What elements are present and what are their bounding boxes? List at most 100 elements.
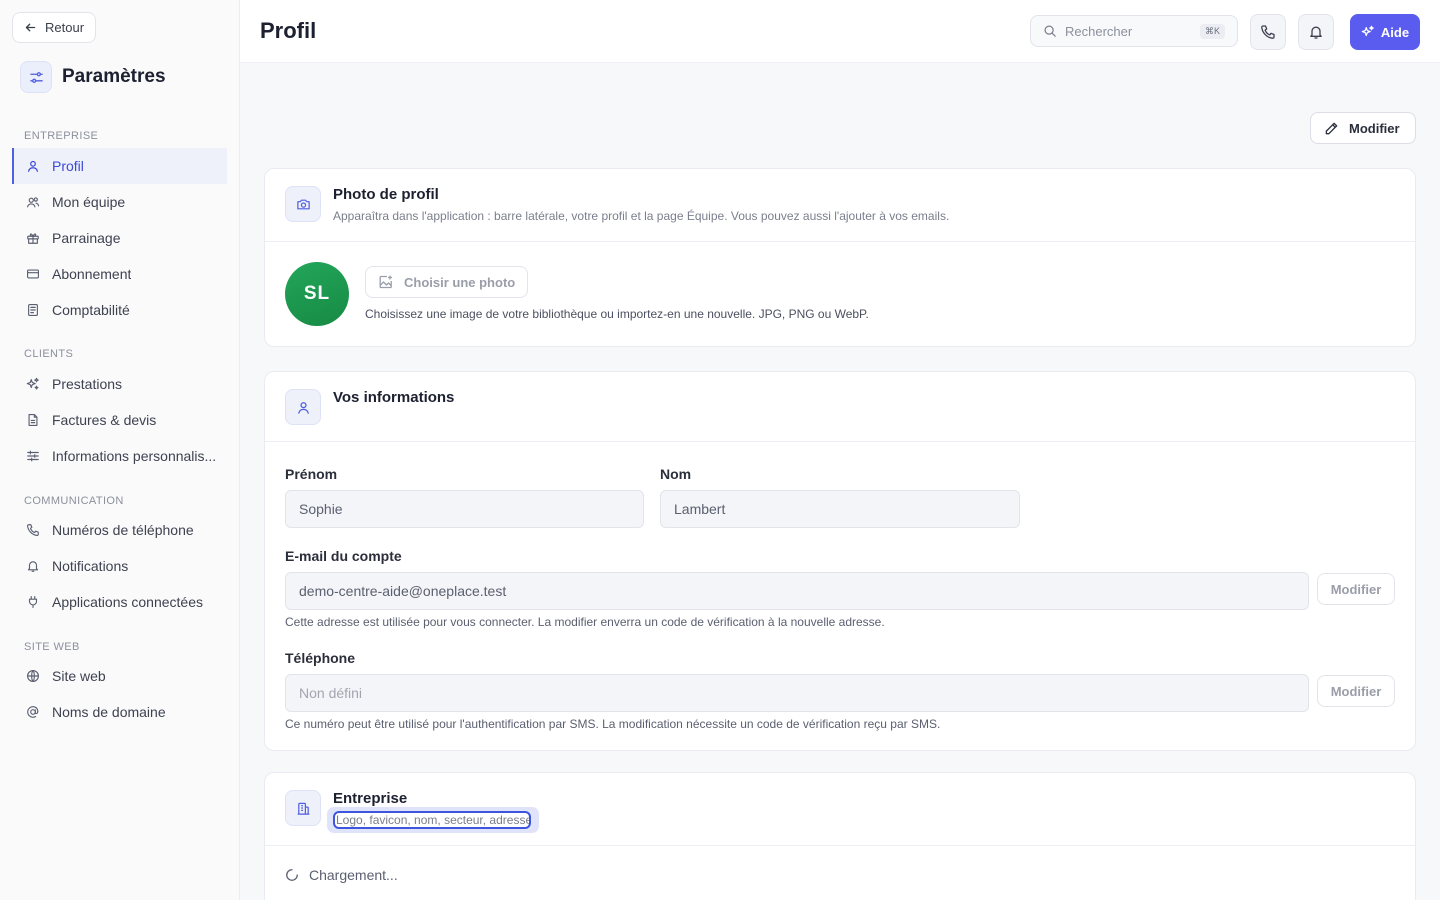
user-icon [28,160,38,172]
sidebar-item-notifications[interactable]: Notifications [12,548,227,584]
search-placeholder: Rechercher [1065,23,1133,39]
modify-email-button[interactable]: Modifier [1317,573,1395,605]
sidebar: Retour Paramètres ENTREPRISE Profil Mon … [0,0,240,900]
sparkles-icon [26,377,39,390]
sidebar-item-numeros-telephone[interactable]: Numéros de téléphone [12,512,227,548]
invoice-icon [28,414,38,426]
help-button[interactable]: Aide [1350,14,1420,50]
card-header: Entreprise Logo, favicon, nom, secteur, … [265,773,1415,846]
photo-hint-text: Choisissez une image de votre bibliothèq… [365,307,869,321]
globe-icon [27,670,39,682]
camera-icon [285,186,321,222]
sparkles-icon [1361,25,1374,37]
building-icon [285,790,321,826]
phone-help-text: Ce numéro peut être utilisé pour l'authe… [285,717,941,731]
nav-heading: CLIENTS [24,348,74,360]
team-icon [27,197,40,208]
personal-info-card: Vos informations Prénom Sophie Nom Lambe… [264,371,1416,751]
search-input[interactable]: Rechercher ⌘K [1030,15,1238,47]
sidebar-item-label: Notifications [52,558,129,574]
sidebar-item-label: Parrainage [52,230,121,246]
loading-indicator: Chargement... [285,867,398,883]
sidebar-item-label: Applications connectées [52,594,203,610]
main-content: Modifier Photo de profil Apparaîtra dans… [240,63,1440,900]
sidebar-item-label: Noms de domaine [52,704,166,720]
arrow-left-icon [25,23,36,32]
spinner-icon [286,869,298,881]
search-icon [1044,25,1056,37]
edit-profile-button[interactable]: Modifier [1310,112,1416,144]
user-icon [285,389,321,425]
sidebar-item-label: Informations personnalis... [52,448,217,464]
settings-title: Paramètres [62,66,166,87]
image-add-icon [379,275,392,289]
settings-header: Paramètres [20,61,166,93]
first-name-field[interactable]: Sophie [285,490,644,528]
sidebar-item-label: Site web [52,668,106,684]
modify-phone-button[interactable]: Modifier [1317,675,1395,707]
phone-icon [1261,25,1275,39]
nav-heading: COMMUNICATION [24,495,124,507]
gift-icon [27,233,39,244]
loading-text: Chargement... [309,867,398,883]
sidebar-item-applications-connectees[interactable]: Applications connectées [12,584,227,620]
back-label: Retour [45,20,85,35]
sidebar-item-noms-de-domaine[interactable]: Noms de domaine [12,694,227,730]
search-shortcut-badge: ⌘K [1199,24,1225,39]
sidebar-item-informations-personnalisees[interactable]: Informations personnalis... [12,438,227,474]
sidebar-item-profil[interactable]: Profil [12,148,227,184]
at-sign-icon [27,706,39,718]
ledger-icon [28,304,38,316]
top-bar: Profil Rechercher ⌘K Aide [240,0,1440,63]
sidebar-item-label: Prestations [52,376,123,392]
sidebar-item-prestations[interactable]: Prestations [12,366,227,402]
company-card: Entreprise Logo, favicon, nom, secteur, … [264,772,1416,900]
choose-photo-button[interactable]: Choisir une photo [365,266,529,298]
sidebar-item-mon-equipe[interactable]: Mon équipe [12,184,227,220]
sidebar-item-site-web[interactable]: Site web [12,658,227,694]
profile-photo-card: Photo de profil Apparaîtra dans l'applic… [264,168,1416,347]
sidebar-item-label: Mon équipe [52,194,126,210]
sidebar-item-label: Factures & devis [52,412,157,428]
last-name-field[interactable]: Lambert [660,490,1020,528]
page-title: Profil [260,18,317,43]
email-label: E-mail du compte [285,548,402,564]
notifications-button[interactable] [1298,14,1334,50]
credit-card-icon [27,269,39,279]
card-subtitle: Apparaîtra dans l'application : barre la… [333,209,950,223]
bell-icon [27,561,39,572]
settings-sliders-icon [20,61,52,93]
sidebar-item-label: Numéros de téléphone [52,522,194,538]
last-name-label: Nom [660,466,692,482]
sliders-icon [27,450,39,462]
back-button[interactable]: Retour [12,12,97,43]
card-body: Prénom Sophie Nom Lambert E-mail du comp… [265,442,1415,750]
first-name-label: Prénom [285,466,338,482]
nav-section-site-web: SITE WEB Site web Noms de domaine [0,638,240,730]
nav-heading: SITE WEB [24,641,80,653]
phone-field[interactable]: Non défini [285,674,1309,712]
card-title: Photo de profil [333,186,439,203]
sidebar-item-parrainage[interactable]: Parrainage [12,220,227,256]
phone-label: Téléphone [285,650,356,666]
sidebar-item-label: Comptabilité [52,302,130,318]
card-title: Vos informations [333,389,455,406]
card-subtitle: Logo, favicon, nom, secteur, adresse [333,811,531,829]
nav-heading: ENTREPRISE [24,130,99,142]
nav-section-entreprise: ENTREPRISE Profil Mon équipe Parrainage … [0,127,240,328]
bell-icon [1310,26,1322,39]
company-subtitle-focus[interactable]: Logo, favicon, nom, secteur, adresse [327,807,539,833]
choose-photo-label: Choisir une photo [404,274,516,290]
phone-button[interactable] [1250,14,1286,50]
sidebar-item-abonnement[interactable]: Abonnement [12,256,227,292]
phone-icon [27,524,39,536]
card-header: Vos informations [265,372,1415,442]
card-title: Entreprise [333,790,408,807]
help-label: Aide [1380,24,1410,40]
sidebar-item-label: Profil [52,158,84,174]
email-field[interactable]: demo-centre-aide@oneplace.test [285,572,1309,610]
sidebar-item-comptabilite[interactable]: Comptabilité [12,292,227,328]
edit-label: Modifier [1349,120,1400,136]
sidebar-item-factures-devis[interactable]: Factures & devis [12,402,227,438]
nav-section-communication: COMMUNICATION Numéros de téléphone Notif… [0,492,240,620]
